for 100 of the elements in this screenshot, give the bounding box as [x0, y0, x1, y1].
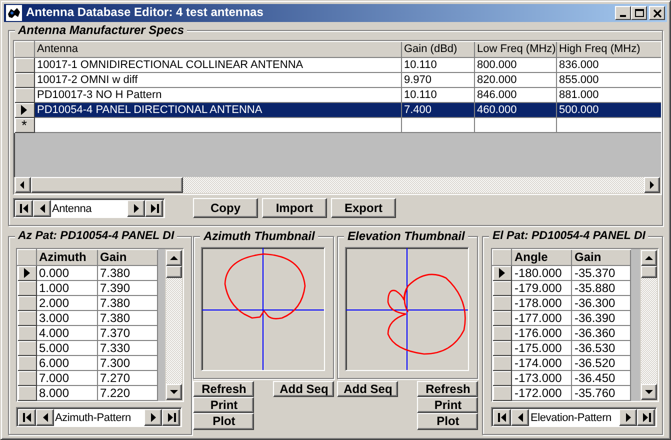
table-cell: -175.000	[512, 340, 572, 356]
column-header[interactable]: Gain	[98, 250, 158, 266]
close-button[interactable]	[649, 6, 665, 20]
previous-record-button[interactable]	[511, 409, 530, 426]
action-button[interactable]: Print	[417, 397, 478, 413]
table-cell: 7.000	[36, 370, 98, 386]
row-selector[interactable]	[492, 370, 512, 386]
table-cell: -36.390	[572, 310, 631, 326]
current-row-icon	[22, 267, 32, 280]
record-name: Antenna	[51, 200, 127, 217]
next-record-button[interactable]	[144, 409, 162, 426]
add-sequence-button[interactable]: Add Seq	[337, 381, 398, 397]
row-selector[interactable]	[492, 386, 512, 400]
last-record-button[interactable]	[162, 409, 180, 426]
column-header[interactable]: Gain	[572, 250, 631, 266]
table-cell: 3.000	[36, 310, 98, 326]
first-record-icon	[20, 410, 34, 425]
row-selector[interactable]	[18, 370, 36, 386]
last-record-button[interactable]	[145, 200, 163, 217]
column-header[interactable]: High Freq (MHz)	[556, 42, 661, 58]
vertical-scrollbar[interactable]	[165, 249, 183, 401]
select-all-corner[interactable]	[18, 250, 36, 266]
select-all-corner[interactable]	[492, 250, 512, 266]
table-cell: -36.300	[572, 296, 631, 310]
first-record-button[interactable]	[15, 200, 33, 217]
last-record-button[interactable]	[637, 409, 656, 426]
row-selector[interactable]	[18, 296, 36, 310]
horizontal-scrollbar[interactable]	[14, 177, 661, 194]
action-button[interactable]: Refresh	[193, 381, 254, 397]
row-selector[interactable]	[14, 58, 34, 72]
table-cell: -35.880	[572, 280, 631, 296]
scroll-thumb[interactable]	[166, 266, 182, 278]
previous-record-button[interactable]	[36, 409, 54, 426]
table-cell: 7.220	[98, 386, 158, 400]
scroll-down-button[interactable]	[641, 384, 658, 400]
row-selector[interactable]	[492, 326, 512, 340]
row-selector[interactable]	[18, 356, 36, 370]
action-button[interactable]: Plot	[193, 413, 254, 430]
action-button[interactable]: Import	[262, 198, 327, 218]
row-selector[interactable]	[14, 88, 34, 102]
column-header[interactable]: Angle	[512, 250, 572, 266]
table-cell: -35.370	[572, 266, 631, 280]
row-selector[interactable]	[18, 340, 36, 356]
row-selector[interactable]	[14, 102, 34, 118]
table-cell: -179.000	[512, 280, 572, 296]
scroll-up-button[interactable]	[641, 250, 658, 266]
next-record-button[interactable]	[127, 200, 145, 217]
table-cell: 7.330	[98, 340, 158, 356]
scroll-thumb[interactable]	[31, 177, 183, 193]
row-selector[interactable]	[492, 356, 512, 370]
row-selector[interactable]	[18, 266, 36, 280]
row-selector[interactable]	[18, 310, 36, 326]
row-selector[interactable]	[14, 72, 34, 88]
scroll-down-button[interactable]	[166, 384, 182, 400]
table-cell: -180.000	[512, 266, 572, 280]
row-selector[interactable]	[18, 326, 36, 340]
action-button[interactable]: Print	[193, 397, 254, 413]
scroll-up-button[interactable]	[166, 250, 182, 266]
table-cell: -173.000	[512, 370, 572, 386]
minimize-button[interactable]	[615, 6, 631, 20]
window-title: Antenna Database Editor: 4 test antennas	[26, 6, 264, 20]
scroll-left-button[interactable]	[15, 177, 31, 193]
table-cell: -35.760	[572, 386, 631, 400]
row-selector[interactable]	[492, 340, 512, 356]
select-all-corner[interactable]	[14, 42, 34, 58]
row-selector[interactable]	[18, 280, 36, 296]
column-header[interactable]: Low Freq (MHz)	[474, 42, 556, 58]
add-sequence-button[interactable]: Add Seq	[273, 381, 334, 397]
column-header[interactable]: Antenna	[34, 42, 402, 58]
column-header[interactable]: Gain (dBd)	[402, 42, 474, 58]
action-button[interactable]: Plot	[417, 413, 478, 430]
row-selector[interactable]	[492, 296, 512, 310]
row-selector[interactable]	[492, 280, 512, 296]
table-cell: 8.000	[36, 386, 98, 400]
table-cell: 855.000	[556, 72, 661, 88]
action-button[interactable]: Refresh	[417, 381, 478, 397]
column-header[interactable]: Azimuth	[36, 250, 98, 266]
row-selector[interactable]	[18, 386, 36, 400]
table-cell: 10.110	[402, 58, 474, 72]
group-title: Elevation Thumbnail	[344, 229, 468, 243]
row-selector[interactable]	[492, 266, 512, 280]
table-cell: 7.380	[98, 266, 158, 280]
table-cell: 1.000	[36, 280, 98, 296]
record-name: Elevation-Pattern	[529, 409, 620, 426]
vertical-scrollbar[interactable]	[640, 249, 658, 401]
row-selector[interactable]	[492, 310, 512, 326]
previous-record-button[interactable]	[33, 200, 51, 217]
scroll-right-button[interactable]	[644, 177, 660, 193]
close-icon	[651, 8, 663, 18]
maximize-icon	[633, 8, 645, 18]
first-record-button[interactable]	[18, 409, 36, 426]
maximize-button[interactable]	[631, 6, 647, 20]
first-record-button[interactable]	[493, 409, 512, 426]
action-button[interactable]: Export	[331, 198, 396, 218]
scroll-thumb[interactable]	[641, 266, 658, 278]
action-button[interactable]: Copy	[193, 198, 258, 218]
next-record-button[interactable]	[619, 409, 638, 426]
table-cell: 4.000	[36, 326, 98, 340]
group-title: Antenna Manufacturer Specs	[15, 23, 188, 37]
table-cell: -176.000	[512, 326, 572, 340]
